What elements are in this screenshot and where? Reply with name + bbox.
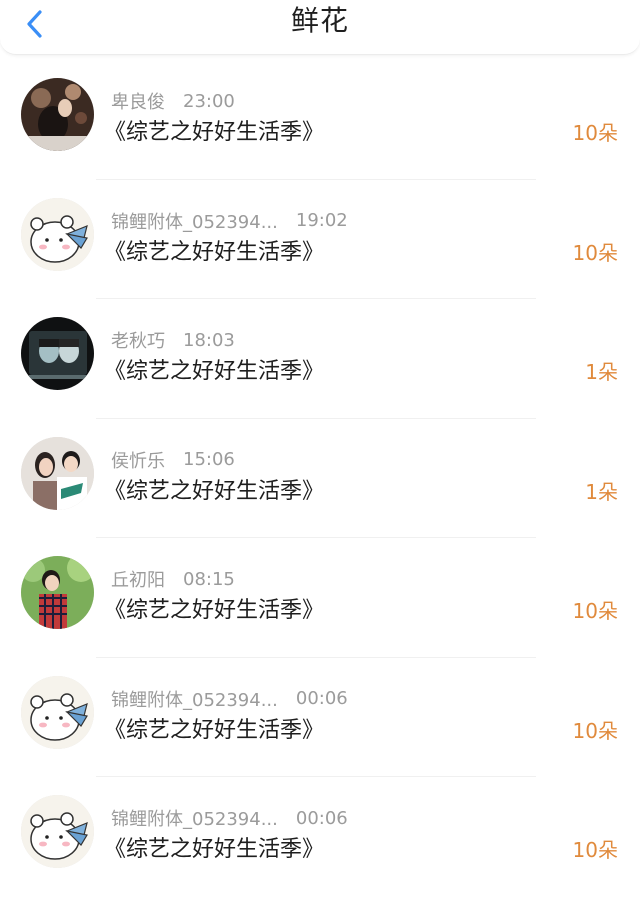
show-title: 《综艺之好好生活季》 — [104, 717, 325, 743]
cartoon-bear-avatar — [21, 795, 94, 868]
user-name: 丘初阳 — [111, 570, 165, 591]
photo-pair-avatar — [21, 436, 94, 510]
user-name: 老秋巧 — [111, 331, 165, 352]
cartoon-bear-avatar — [21, 675, 94, 749]
list-item[interactable]: 卑良俊 23:00 《综艺之好好生活季》 10朵 — [0, 60, 640, 180]
cartoon-bear-avatar — [21, 197, 94, 271]
timestamp: 23:00 — [183, 90, 235, 112]
list-item[interactable]: 锦鲤附体_052394... 19:02 《综艺之好好生活季》 10朵 — [0, 180, 640, 299]
item-meta: 侯忻乐 15:06 — [111, 447, 235, 473]
show-title: 《综艺之好好生活季》 — [104, 120, 325, 145]
photo-boy-avatar — [21, 556, 94, 629]
flower-count: 10朵 — [572, 718, 618, 743]
timestamp: 18:03 — [183, 329, 235, 351]
timestamp: 15:06 — [183, 449, 235, 470]
user-name: 锦鲤附体_052394... — [111, 689, 278, 711]
timestamp: 19:02 — [295, 210, 348, 231]
timestamp: 08:15 — [183, 568, 235, 590]
user-name: 锦鲤附体_052394... — [111, 809, 278, 830]
item-meta: 丘初阳 08:15 — [111, 566, 235, 592]
item-meta: 锦鲤附体_052394... 19:02 — [111, 208, 348, 234]
avatar[interactable] — [21, 197, 94, 271]
list-item[interactable]: 侯忻乐 15:06 《综艺之好好生活季》 1朵 — [0, 419, 640, 538]
timestamp: 00:06 — [295, 688, 348, 709]
list-item[interactable]: 锦鲤附体_052394... 00:06 《综艺之好好生活季》 10朵 — [0, 777, 640, 897]
item-meta: 老秋巧 18:03 — [111, 327, 235, 353]
user-name: 锦鲤附体_052394... — [111, 211, 278, 233]
flower-count: 10朵 — [572, 121, 618, 145]
avatar[interactable] — [21, 795, 94, 868]
show-title: 《综艺之好好生活季》 — [104, 359, 325, 384]
item-meta: 锦鲤附体_052394... 00:06 — [111, 686, 348, 712]
avatar[interactable] — [21, 78, 94, 151]
item-meta: 锦鲤附体_052394... 00:06 — [111, 805, 348, 831]
user-name: 侯忻乐 — [111, 450, 165, 472]
avatar[interactable] — [21, 317, 94, 390]
list-item[interactable]: 老秋巧 18:03 《综艺之好好生活季》 1朵 — [0, 299, 640, 419]
show-title: 《综艺之好好生活季》 — [104, 239, 325, 265]
flower-count: 10朵 — [572, 240, 618, 265]
timestamp: 00:06 — [295, 807, 348, 829]
show-title: 《综艺之好好生活季》 — [104, 598, 325, 623]
photo-couple-avatar — [21, 317, 94, 390]
list-item[interactable]: 丘初阳 08:15 《综艺之好好生活季》 10朵 — [0, 538, 640, 658]
avatar[interactable] — [21, 675, 94, 749]
user-name: 卑良俊 — [111, 92, 165, 113]
photo-night-avatar — [21, 78, 94, 151]
flower-count: 1朵 — [585, 479, 618, 504]
avatar[interactable] — [21, 556, 94, 629]
show-title: 《综艺之好好生活季》 — [104, 837, 325, 862]
item-meta: 卑良俊 23:00 — [111, 88, 235, 114]
page-title: 鲜花 — [290, 4, 349, 37]
flower-count: 1朵 — [585, 360, 618, 384]
flower-count: 10朵 — [572, 838, 618, 862]
list-item[interactable]: 锦鲤附体_052394... 00:06 《综艺之好好生活季》 10朵 — [0, 658, 640, 777]
flower-list: 卑良俊 23:00 《综艺之好好生活季》 10朵 锦鲤附体_052394... — [0, 60, 640, 897]
avatar[interactable] — [21, 436, 94, 510]
flower-count: 10朵 — [572, 599, 618, 623]
show-title: 《综艺之好好生活季》 — [104, 478, 325, 504]
top-bar: 鲜花 — [0, 0, 640, 55]
